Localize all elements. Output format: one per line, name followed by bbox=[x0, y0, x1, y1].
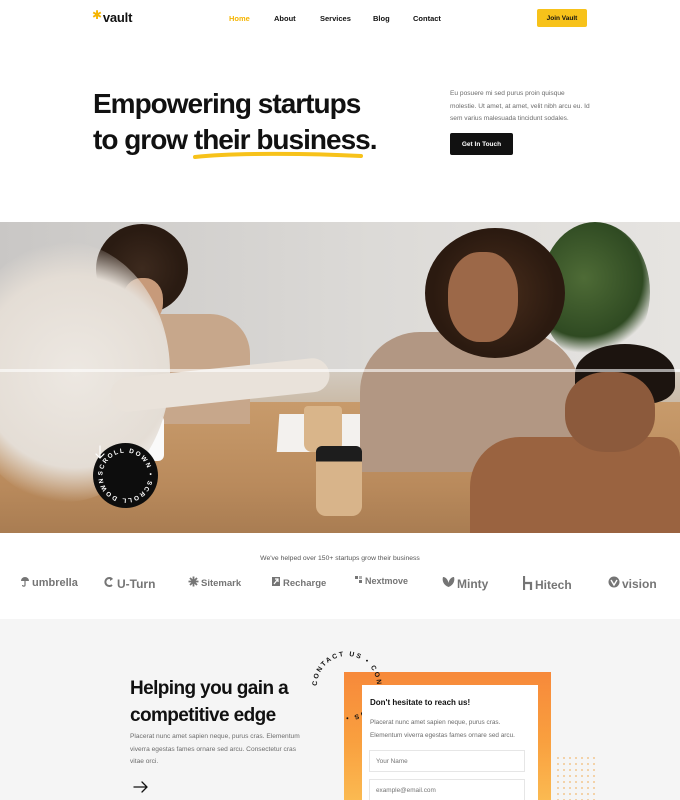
nav-link-blog[interactable]: Blog bbox=[373, 14, 390, 23]
hero-description: Eu posuere mi sed purus proin quisque mo… bbox=[450, 90, 590, 122]
join-vault-button[interactable]: Join Vault bbox=[537, 9, 587, 27]
decorative-dots bbox=[555, 755, 595, 800]
hero-title-prefix: to grow bbox=[93, 124, 194, 155]
brand-u-turn-name: U-Turn bbox=[117, 576, 156, 591]
email-input[interactable] bbox=[369, 779, 525, 800]
brand-hitech: Hitech bbox=[522, 576, 572, 593]
nextmove-icon bbox=[355, 576, 363, 586]
help-title-line2: competitive edge bbox=[130, 705, 276, 726]
brand-sitemark: Sitemark bbox=[188, 576, 241, 590]
brand-sitemark-name: Sitemark bbox=[201, 577, 242, 589]
brand-vision-name: vision bbox=[622, 576, 657, 591]
nav-link-about[interactable]: About bbox=[274, 14, 296, 23]
hero-title: Empowering startups to grow their busine… bbox=[93, 86, 378, 159]
brand-vision: vision bbox=[608, 576, 657, 591]
umbrella-icon bbox=[20, 576, 30, 590]
brand-umbrella-name: umbrella bbox=[32, 577, 78, 589]
contact-form: Don't hesitate to reach us! Placerat nun… bbox=[362, 685, 538, 800]
vault-logo[interactable]: ✱ vault bbox=[92, 7, 133, 26]
brand-hitech-name: Hitech bbox=[535, 577, 572, 592]
brands-heading: We've helped over 150+ startups grow the… bbox=[260, 555, 420, 562]
asterisk-icon: ✱ bbox=[92, 7, 102, 22]
sitemark-icon bbox=[188, 576, 199, 590]
help-title: Helping you gain a competitive edge bbox=[130, 675, 289, 729]
hero-title-line1: Empowering startups bbox=[93, 88, 361, 119]
minty-icon bbox=[442, 576, 455, 591]
nav-link-home[interactable]: Home bbox=[229, 14, 250, 23]
brand-u-turn: U-Turn bbox=[104, 576, 155, 591]
brand-nextmove-name: Nextmove bbox=[365, 576, 409, 586]
vision-icon bbox=[608, 576, 620, 591]
scroll-down-button[interactable]: SCROLL DOWN • SCROLL DOWN • bbox=[93, 443, 158, 508]
hitech-icon bbox=[522, 576, 533, 593]
brand-recharge-name: Recharge bbox=[283, 577, 327, 589]
top-navigation: ✱ vault Home About Services Blog Contact… bbox=[0, 0, 680, 38]
brand-umbrella: umbrella bbox=[20, 576, 78, 590]
arrow-right-icon[interactable] bbox=[132, 780, 150, 794]
nav-link-contact[interactable]: Contact bbox=[413, 14, 441, 23]
get-in-touch-button[interactable]: Get In Touch bbox=[450, 133, 513, 155]
brand-logos: umbrella U-Turn Sitemark Recharge Nextmo… bbox=[20, 576, 662, 594]
arrow-down-icon bbox=[95, 445, 105, 459]
help-title-line1: Helping you gain a bbox=[130, 678, 289, 699]
logo-text: vault bbox=[102, 10, 133, 25]
nav-link-services[interactable]: Services bbox=[320, 14, 351, 23]
brand-minty-name: Minty bbox=[457, 576, 489, 591]
form-description: Placerat nunc amet sapien neque, purus c… bbox=[370, 719, 515, 739]
u-turn-icon bbox=[104, 576, 115, 591]
hero-title-line2: to grow their business. bbox=[93, 122, 378, 159]
brand-recharge: Recharge bbox=[271, 576, 326, 590]
form-title: Don't hesitate to reach us! bbox=[370, 698, 471, 707]
brand-minty: Minty bbox=[442, 576, 488, 591]
help-description: Placerat nunc amet sapien neque, purus c… bbox=[130, 733, 300, 765]
hero-highlight: their business bbox=[192, 122, 371, 159]
hero-title-suffix: . bbox=[369, 124, 378, 155]
recharge-icon bbox=[271, 576, 281, 590]
name-input[interactable] bbox=[369, 750, 525, 772]
brand-nextmove: Nextmove bbox=[355, 576, 408, 586]
hero-highlight-text: their business bbox=[193, 124, 371, 155]
